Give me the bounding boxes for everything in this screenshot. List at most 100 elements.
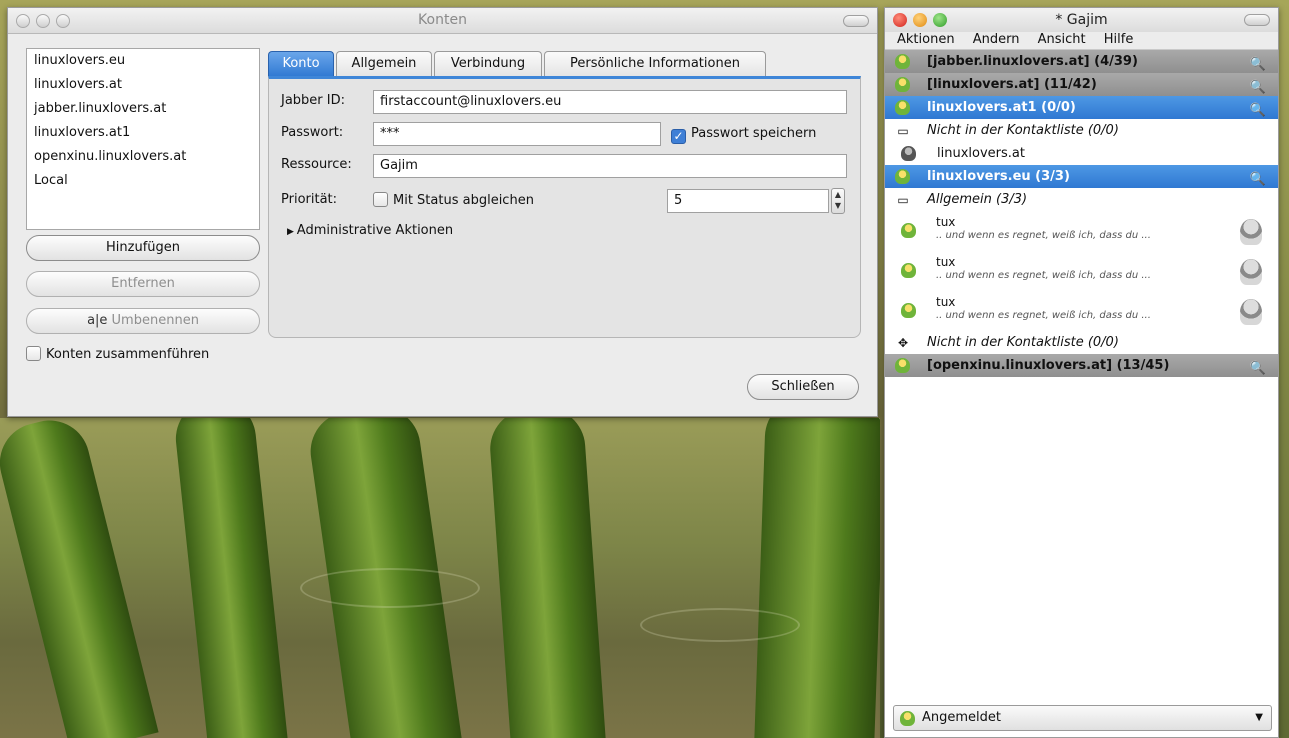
merge-accounts-label: Konten zusammenführen <box>46 347 210 362</box>
roster-group-row[interactable]: ▭ Nicht in der Kontaktliste (0/0) <box>885 119 1278 142</box>
account-settings-panel: Jabber ID: firstaccount@linuxlovers.eu P… <box>268 76 861 338</box>
priority-label: Priorität: <box>281 192 338 207</box>
sync-status-checkbox[interactable]: Mit Status abgleichen <box>373 192 534 208</box>
avatar <box>1240 219 1262 245</box>
tab-allgemein[interactable]: Allgemein <box>336 51 432 77</box>
status-selector[interactable]: Angemeldet ▼ <box>893 705 1272 731</box>
online-status-icon <box>901 263 916 278</box>
expand-icon: ✥ <box>897 336 909 350</box>
contact-status: .. und wenn es regnet, weiß ich, dass du… <box>936 310 1151 321</box>
account-list-item[interactable]: linuxlovers.at <box>27 73 259 97</box>
avatar <box>1240 299 1262 325</box>
save-password-checkbox[interactable]: ✓ Passwort speichern <box>671 126 816 144</box>
roster-group-row[interactable]: ▭ Allgemein (3/3) <box>885 188 1278 211</box>
rename-icon: a|e <box>87 313 112 328</box>
remove-account-button[interactable]: Entfernen <box>26 271 260 297</box>
key-icon: 🔍 <box>1249 361 1266 376</box>
dropdown-arrow-icon: ▼ <box>1255 712 1263 723</box>
roster-titlebar[interactable]: * Gajim <box>885 8 1278 32</box>
roster-account-row[interactable]: [jabber.linuxlovers.at] (4/39) 🔍 <box>885 50 1278 73</box>
jid-field[interactable]: firstaccount@linuxlovers.eu <box>373 90 847 114</box>
online-status-icon <box>895 169 910 184</box>
online-status-icon <box>900 711 915 726</box>
contact-status: .. und wenn es regnet, weiß ich, dass du… <box>936 270 1151 281</box>
rename-account-button[interactable]: a|e Umbenennen <box>26 308 260 334</box>
account-list-item[interactable]: linuxlovers.at1 <box>27 121 259 145</box>
roster-contact-row[interactable]: tux.. und wenn es regnet, weiß ich, dass… <box>885 291 1278 331</box>
password-field[interactable]: *** <box>373 122 661 146</box>
roster-account-row[interactable]: [linuxlovers.at] (11/42) 🔍 <box>885 73 1278 96</box>
contact-name: tux <box>936 215 956 229</box>
spin-up-icon[interactable]: ▲ <box>835 190 841 199</box>
account-list-item[interactable]: Local <box>27 169 259 193</box>
window-title: Konten <box>418 12 467 28</box>
account-label: linuxlovers.at1 (0/0) <box>927 100 1076 115</box>
desktop-wallpaper <box>0 418 880 738</box>
admin-actions-label: Administrative Aktionen <box>296 223 454 238</box>
resource-label: Ressource: <box>281 157 352 172</box>
admin-actions-expander[interactable]: ▶ Administrative Aktionen <box>287 223 453 238</box>
close-button[interactable]: Schließen <box>747 374 859 400</box>
priority-spinner[interactable]: ▲ ▼ <box>831 188 845 214</box>
resource-field[interactable]: Gajim <box>373 154 847 178</box>
jid-label: Jabber ID: <box>281 93 346 108</box>
roster-contact-row[interactable]: linuxlovers.at <box>885 142 1278 165</box>
group-label: Nicht in der Kontaktliste (0/0) <box>927 123 1119 138</box>
menu-hilfe[interactable]: Hilfe <box>1104 32 1134 47</box>
online-status-icon <box>895 100 910 115</box>
tab-konto[interactable]: Konto <box>268 51 334 77</box>
contact-name: tux <box>936 255 956 269</box>
online-status-icon <box>895 77 910 92</box>
account-list-item[interactable]: openxinu.linuxlovers.at <box>27 145 259 169</box>
roster-account-row[interactable]: [openxinu.linuxlovers.at] (13/45) 🔍 <box>885 354 1278 377</box>
roster-account-row[interactable]: linuxlovers.at1 (0/0) 🔍 <box>885 96 1278 119</box>
account-list-item[interactable]: jabber.linuxlovers.at <box>27 97 259 121</box>
desktop-strip <box>1279 0 1289 738</box>
expander-arrow-icon: ▶ <box>287 227 297 237</box>
contact-name: tux <box>936 295 956 309</box>
checkbox-icon <box>26 346 41 361</box>
merge-accounts-checkbox[interactable]: Konten zusammenführen <box>26 346 209 362</box>
roster-contact-row[interactable]: tux.. und wenn es regnet, weiß ich, dass… <box>885 251 1278 291</box>
tab-personal-info[interactable]: Persönliche Informationen <box>544 51 766 77</box>
account-label: linuxlovers.eu (3/3) <box>927 169 1070 184</box>
contact-label: linuxlovers.at <box>937 146 1025 161</box>
remove-account-label: Entfernen <box>111 276 175 291</box>
collapse-icon: ▭ <box>897 124 909 138</box>
password-label: Passwort: <box>281 125 344 140</box>
offline-status-icon <box>901 146 916 161</box>
menu-aendern[interactable]: Ändern <box>973 32 1020 47</box>
roster-menubar: Aktionen Ändern Ansicht Hilfe <box>885 32 1278 50</box>
save-password-label: Passwort speichern <box>691 126 817 141</box>
menu-aktionen[interactable]: Aktionen <box>897 32 955 47</box>
priority-field[interactable]: 5 <box>667 189 829 213</box>
tab-verbindung[interactable]: Verbindung <box>434 51 542 77</box>
spin-down-icon[interactable]: ▼ <box>835 201 841 210</box>
account-label: [openxinu.linuxlovers.at] (13/45) <box>927 358 1170 373</box>
account-list[interactable]: linuxlovers.eu linuxlovers.at jabber.lin… <box>26 48 260 230</box>
contact-status: .. und wenn es regnet, weiß ich, dass du… <box>936 230 1151 241</box>
roster-contact-row[interactable]: tux.. und wenn es regnet, weiß ich, dass… <box>885 211 1278 251</box>
toolbar-toggle-icon[interactable] <box>1244 14 1270 26</box>
account-label: [linuxlovers.at] (11/42) <box>927 77 1097 92</box>
checkbox-icon <box>373 192 388 207</box>
online-status-icon <box>901 303 916 318</box>
roster-title: * Gajim <box>1055 12 1108 28</box>
group-label: Nicht in der Kontaktliste (0/0) <box>927 335 1119 350</box>
roster-group-row[interactable]: ✥ Nicht in der Kontaktliste (0/0) <box>885 331 1278 354</box>
add-account-button[interactable]: Hinzufügen <box>26 235 260 261</box>
accounts-titlebar[interactable]: Konten <box>8 8 877 34</box>
account-label: [jabber.linuxlovers.at] (4/39) <box>927 54 1138 69</box>
online-status-icon <box>895 54 910 69</box>
menu-ansicht[interactable]: Ansicht <box>1038 32 1086 47</box>
toolbar-toggle-icon[interactable] <box>843 15 869 27</box>
add-account-label: Hinzufügen <box>106 240 180 255</box>
accounts-window: Konten linuxlovers.eu linuxlovers.at jab… <box>7 7 878 417</box>
collapse-icon: ▭ <box>897 193 909 207</box>
sync-status-label: Mit Status abgleichen <box>393 193 534 208</box>
account-list-item[interactable]: linuxlovers.eu <box>27 49 259 73</box>
roster-account-row[interactable]: linuxlovers.eu (3/3) 🔍 <box>885 165 1278 188</box>
check-icon: ✓ <box>671 129 686 144</box>
close-button-label: Schließen <box>771 379 835 394</box>
online-status-icon <box>901 223 916 238</box>
